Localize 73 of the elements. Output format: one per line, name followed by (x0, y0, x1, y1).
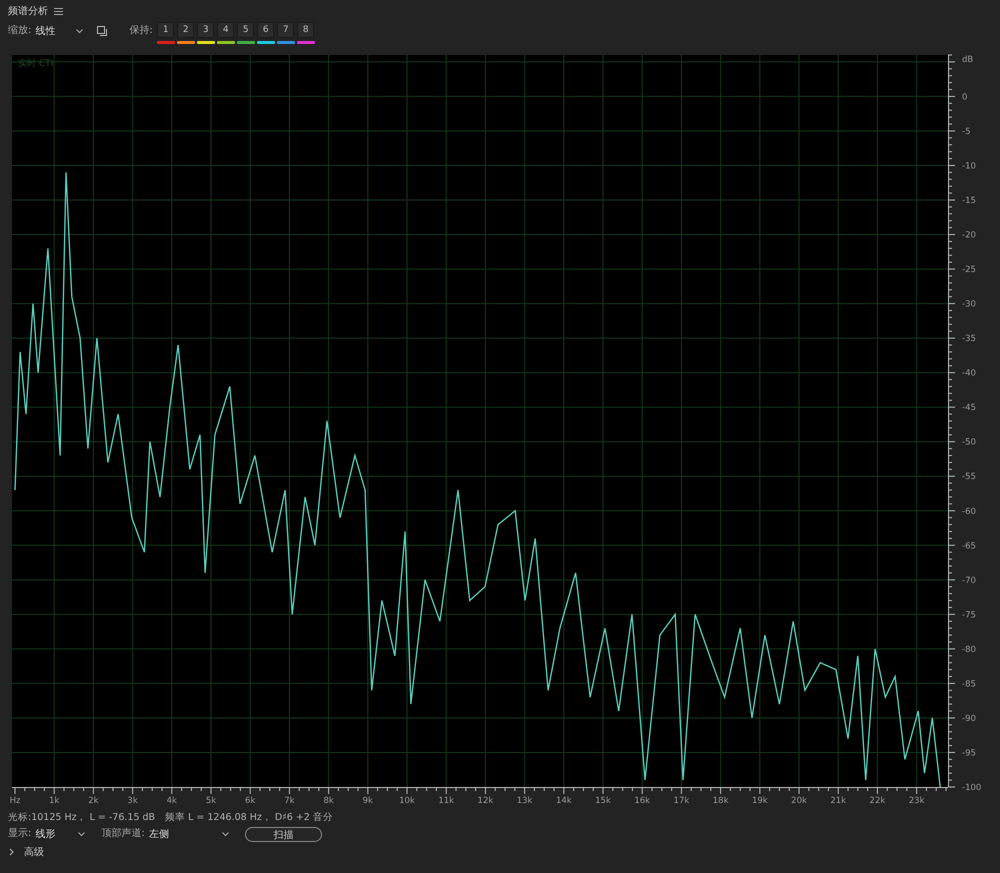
y-tick-label: -25 (962, 265, 976, 276)
chevron-icon[interactable] (9, 848, 15, 856)
y-tick-label: -80 (962, 644, 976, 655)
x-tick-label: 23k (908, 796, 925, 806)
hold-slot-button[interactable]: 8 (297, 22, 314, 38)
y-tick-label: -100 (962, 783, 982, 793)
y-tick-label: -45 (962, 403, 976, 414)
y-tick-label: -15 (962, 196, 976, 206)
copy-icon[interactable] (97, 26, 108, 36)
x-tick-label: 11k (438, 796, 454, 806)
panel-title: 频谱分析 (8, 4, 48, 18)
x-tick-label: 16k (634, 796, 650, 806)
chevron-down-icon (78, 832, 86, 836)
hold-slot-button[interactable]: 1 (157, 22, 174, 38)
y-tick-label: -60 (962, 506, 976, 517)
display-select[interactable]: 线形 (35, 825, 88, 843)
x-tick-label: 18k (712, 796, 728, 806)
chevron-down-icon (222, 832, 229, 836)
y-tick-label: -65 (962, 541, 976, 552)
y-axis-unit: dB (962, 55, 974, 65)
x-tick-label: 3k (127, 796, 138, 806)
zoom-label: 缩放: (8, 24, 32, 38)
advanced-label[interactable]: 高级 (24, 845, 44, 859)
y-tick-label: -90 (962, 714, 976, 724)
x-tick-label: 12k (478, 796, 494, 806)
plot-overlay-label: 实时 CTI (18, 59, 54, 69)
y-tick-label: -20 (962, 230, 976, 241)
x-tick-label: 19k (752, 796, 768, 806)
y-tick-label: -95 (962, 748, 976, 758)
y-tick-label: -35 (962, 334, 976, 344)
y-tick-label: -85 (962, 679, 976, 690)
scan-button[interactable]: 扫描 (244, 826, 322, 842)
y-tick-label: -75 (962, 610, 976, 620)
x-tick-label: 1k (49, 796, 60, 806)
top-channel-select[interactable]: 左侧 (148, 825, 231, 843)
y-tick-label: -40 (962, 368, 976, 379)
y-tick-label: -70 (962, 576, 976, 586)
y-tick-label: -5 (962, 126, 970, 137)
x-tick-label: 5k (206, 796, 216, 806)
x-tick-label: 21k (830, 796, 846, 806)
hold-slot-button[interactable]: 3 (197, 22, 214, 38)
x-tick-label: 7k (284, 796, 295, 806)
hold-slot-button[interactable]: 2 (177, 22, 194, 38)
hold-slot-button[interactable]: 5 (237, 22, 254, 38)
top-channel-label: 顶部声道: (101, 826, 145, 841)
frequency-readout: 频率 L = 1246.08 Hz， D♯6 +2 音分 (165, 810, 333, 824)
x-tick-label: 15k (595, 796, 611, 806)
x-tick-label: 13k (516, 796, 532, 806)
x-tick-label: 17k (674, 796, 690, 806)
x-tick-label: 2k (88, 796, 99, 806)
x-tick-label: 20k (791, 796, 807, 806)
menu-icon[interactable] (54, 8, 63, 14)
x-tick-label: 8k (323, 796, 334, 806)
x-tick-label: 10k (399, 796, 415, 806)
x-tick-label: 4k (166, 796, 177, 806)
chevron-down-icon (76, 28, 84, 34)
x-tick-label: 9k (362, 796, 373, 806)
y-tick-label: -30 (962, 300, 976, 310)
y-tick-label: -55 (962, 472, 976, 482)
hold-slot-button[interactable]: 6 (257, 22, 274, 38)
x-tick-label: 22k (870, 796, 886, 806)
x-tick-label: Hz (10, 796, 20, 806)
zoom-select[interactable]: 线性 (35, 22, 86, 40)
y-tick-label: 0 (962, 92, 968, 102)
y-tick-label: -10 (962, 162, 976, 172)
hold-slot-button[interactable]: 4 (217, 22, 234, 38)
cursor-readout: 光标:10125 Hz， L = -76.15 dB (8, 810, 156, 824)
x-tick-label: 6k (245, 796, 256, 806)
y-tick-label: -50 (962, 438, 976, 448)
x-tick-label: 14k (556, 796, 572, 806)
hold-slot-button[interactable]: 7 (277, 22, 294, 38)
display-label: 显示: (8, 827, 32, 841)
hold-label: 保持: (129, 24, 153, 38)
